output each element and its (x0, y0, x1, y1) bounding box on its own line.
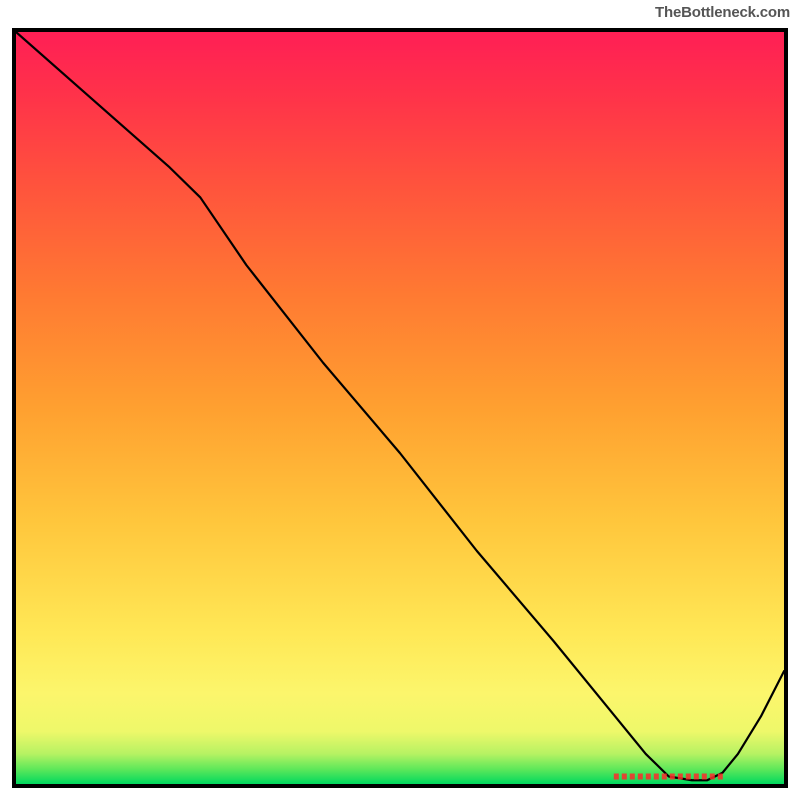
chart-frame: TheBottleneck.com (0, 0, 800, 800)
plot-area (16, 32, 784, 784)
plot-area-border (12, 28, 788, 788)
chart-svg (16, 32, 784, 784)
attribution-text: TheBottleneck.com (655, 4, 790, 21)
attribution-label: TheBottleneck.com (655, 4, 790, 21)
gradient-background (16, 32, 784, 784)
